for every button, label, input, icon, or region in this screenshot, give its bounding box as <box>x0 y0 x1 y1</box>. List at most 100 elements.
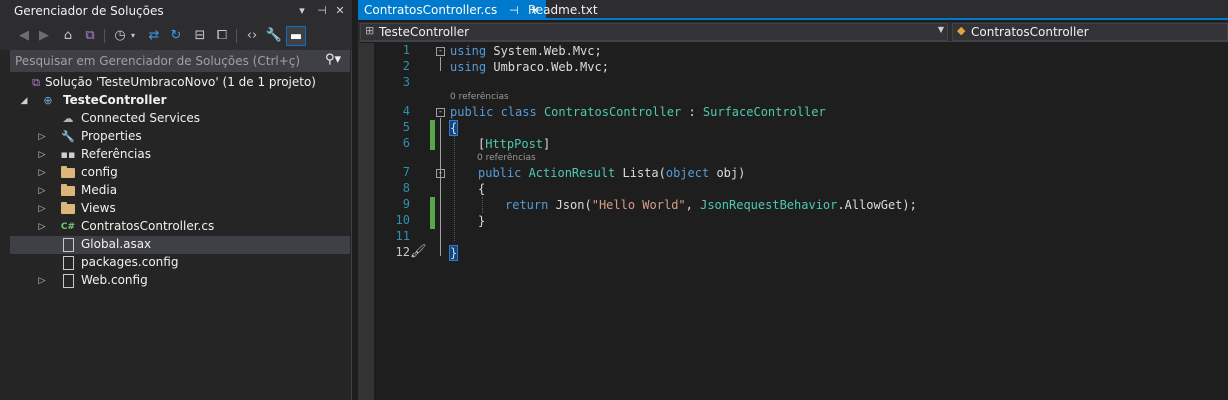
auto-hide-pin-icon[interactable]: ⊣ <box>314 2 330 20</box>
pending-changes-filter-icon[interactable]: ◷ <box>110 26 130 46</box>
solution-search-input[interactable]: Pesquisar em Gerenciador de Soluções (Ct… <box>10 50 350 72</box>
switch-views-icon[interactable]: ⧉ <box>80 26 100 46</box>
tree-item-connected-services[interactable]: ☁ Connected Services <box>10 110 350 128</box>
connected-services-icon: ☁ <box>62 112 74 125</box>
tree-item-label: Properties <box>81 129 142 143</box>
code-lens-references[interactable]: 0 referências <box>450 92 509 102</box>
line-number: 10 <box>395 213 410 227</box>
view-code-icon[interactable]: ‹› <box>242 26 262 46</box>
preview-selected-items-icon[interactable]: ▬ <box>286 26 306 46</box>
tree-item-label: Connected Services <box>81 111 201 125</box>
line-number: 1 <box>402 43 410 57</box>
tree-item-label: Referências <box>81 147 151 161</box>
filter-dropdown-icon[interactable]: ▾ <box>128 26 138 46</box>
line-number: 7 <box>402 165 410 179</box>
folder-icon <box>60 183 76 199</box>
show-all-files-icon[interactable]: ⧠ <box>212 26 232 46</box>
collapsed-arrow-icon[interactable]: ▷ <box>36 219 48 235</box>
editor-navigation-bar: ⊞ TesteController ▼ ◆ ContratosControlle… <box>358 22 1228 42</box>
close-panel-icon[interactable]: ✕ <box>332 2 348 20</box>
code-line-10: } <box>478 214 486 228</box>
code-line-4: public class ContratosController : Surfa… <box>450 105 826 119</box>
tree-item-project[interactable]: ◢ ⊕ TesteController <box>10 92 350 110</box>
pin-tab-icon[interactable]: ⊣ <box>509 4 519 17</box>
wrench-icon: 🔧 <box>61 130 75 143</box>
refresh-icon[interactable]: ↻ <box>166 26 186 46</box>
code-line-12: } <box>448 245 459 261</box>
tree-item-label: packages.config <box>81 255 179 269</box>
change-indicator <box>430 120 435 150</box>
web-project-icon: ⊕ <box>43 94 53 107</box>
tree-item-properties[interactable]: ▷ 🔧 Properties <box>10 128 350 146</box>
tree-item-solution[interactable]: ⧉ Solução 'TesteUmbracoNovo' (1 de 1 pro… <box>10 74 350 92</box>
class-dropdown-value: ContratosController <box>971 25 1089 39</box>
folder-icon <box>60 165 76 181</box>
chevron-down-icon: ▼ <box>937 25 944 34</box>
line-number: 12 <box>395 245 410 259</box>
tree-item-folder-views[interactable]: ▷ Views <box>10 200 350 218</box>
search-placeholder: Pesquisar em Gerenciador de Soluções (Ct… <box>15 54 301 68</box>
config-file-icon <box>60 273 76 289</box>
collapsed-arrow-icon[interactable]: ▷ <box>36 273 48 289</box>
folder-icon <box>60 201 76 217</box>
solution-explorer-panel: Gerenciador de Soluções ▾ ⊣ ✕ ◀ ▶ ⌂ ⧉ ◷ … <box>0 0 352 400</box>
line-number: 4 <box>402 104 410 118</box>
document-tab-bar: ContratosController.cs ⊣ ✕ Readme.txt <box>358 0 1228 20</box>
line-number: 2 <box>402 59 410 73</box>
line-number: 9 <box>402 197 410 211</box>
home-icon[interactable]: ⌂ <box>58 26 78 46</box>
back-icon[interactable]: ◀ <box>14 26 34 46</box>
line-number: 5 <box>402 120 410 134</box>
references-icon: ▪▪ <box>60 148 76 161</box>
code-editor[interactable]: 1 2 3 4 5 6 7 8 9 10 11 12 🖌 - - - 0 ref… <box>358 43 1228 400</box>
tree-item-label: Web.config <box>81 273 148 287</box>
quick-actions-icon[interactable]: 🖌 <box>410 244 427 259</box>
collapsed-arrow-icon[interactable]: ▷ <box>36 201 48 217</box>
tree-item-label: TesteController <box>63 93 167 107</box>
tree-item-global-asax[interactable]: Global.asax <box>10 236 350 254</box>
collapse-all-icon[interactable]: ⊟ <box>190 26 210 46</box>
tree-item-label: Global.asax <box>81 237 152 251</box>
search-icon[interactable]: ⚲▾ <box>321 52 345 70</box>
panel-title: Gerenciador de Soluções <box>14 4 164 18</box>
project-dropdown[interactable]: ⊞ TesteController ▼ <box>360 23 948 41</box>
collapsed-arrow-icon[interactable]: ▷ <box>36 183 48 199</box>
sync-with-document-icon[interactable]: ⇄ <box>144 26 164 46</box>
tree-item-references[interactable]: ▷ ▪▪ Referências <box>10 146 350 164</box>
config-file-icon <box>60 255 76 271</box>
code-line-2: using Umbraco.Web.Mvc; <box>450 60 609 74</box>
window-position-dropdown[interactable]: ▾ <box>294 2 310 20</box>
tree-item-web-config[interactable]: ▷ Web.config <box>10 272 350 290</box>
tree-item-label: Media <box>81 183 118 197</box>
collapsed-arrow-icon[interactable]: ▷ <box>36 165 48 181</box>
code-line-5: { <box>448 120 459 136</box>
tree-item-contratos-controller[interactable]: ▷ C# ContratosController.cs <box>10 218 350 236</box>
tab-label: ContratosController.cs <box>364 3 498 17</box>
code-line-1: using System.Web.Mvc; <box>450 44 602 58</box>
class-dropdown[interactable]: ◆ ContratosController <box>952 23 1228 41</box>
collapse-region-icon[interactable]: - <box>436 169 445 178</box>
code-lens-references[interactable]: 0 referências <box>477 153 536 163</box>
collapse-region-icon[interactable]: - <box>436 47 445 56</box>
collapsed-arrow-icon[interactable]: ▷ <box>36 147 48 163</box>
tree-item-label: Solução 'TesteUmbracoNovo' (1 de 1 proje… <box>45 75 316 89</box>
properties-icon[interactable]: 🔧 <box>264 26 284 46</box>
toolbar-separator <box>104 29 105 43</box>
code-line-8: { <box>478 182 486 196</box>
line-number: 8 <box>402 181 410 195</box>
collapsed-arrow-icon[interactable]: ▷ <box>36 129 48 145</box>
forward-icon[interactable]: ▶ <box>34 26 54 46</box>
class-icon: ◆ <box>957 24 966 37</box>
tree-item-packages-config[interactable]: packages.config <box>10 254 350 272</box>
asax-file-icon <box>60 237 76 253</box>
expanded-arrow-icon[interactable]: ◢ <box>18 93 30 109</box>
tab-readme[interactable]: Readme.txt <box>522 0 604 20</box>
line-number: 6 <box>402 136 410 150</box>
code-line-9: return Json("Hello World", JsonRequestBe… <box>505 198 917 212</box>
tab-contratos-controller[interactable]: ContratosController.cs ⊣ ✕ <box>358 0 546 20</box>
project-dropdown-value: TesteController <box>379 25 470 39</box>
tree-item-label: ContratosController.cs <box>81 219 215 233</box>
tree-item-folder-media[interactable]: ▷ Media <box>10 182 350 200</box>
tree-item-folder-config[interactable]: ▷ config <box>10 164 350 182</box>
collapse-region-icon[interactable]: - <box>436 108 445 117</box>
